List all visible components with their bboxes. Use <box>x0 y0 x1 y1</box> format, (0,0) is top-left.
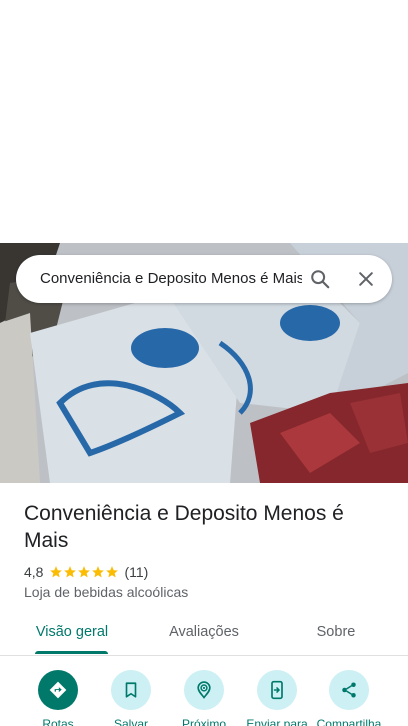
star-icon <box>106 566 119 578</box>
share-label: Compartilha <box>316 717 382 726</box>
active-tab-indicator <box>35 651 108 654</box>
star-icon <box>78 566 91 578</box>
save-label: Salvar <box>113 717 148 726</box>
send-to-phone-button[interactable]: Enviar para <box>240 670 314 726</box>
share-button[interactable]: Compartilha <box>312 670 386 726</box>
rating-value: 4,8 <box>24 564 44 580</box>
send-to-phone-circle <box>257 670 297 710</box>
search-input[interactable]: Conveniência e Deposito Menos é Mais <box>40 255 302 303</box>
nearby-circle <box>184 670 224 710</box>
search-button[interactable] <box>300 259 340 299</box>
share-circle <box>329 670 369 710</box>
star-icon <box>64 566 77 578</box>
search-icon <box>311 270 330 289</box>
star-icon <box>50 566 63 578</box>
rating-stars <box>49 565 119 579</box>
directions-circle <box>38 670 78 710</box>
action-bar: Rotas Salvar Próximo Enviar para Compart… <box>0 660 408 726</box>
bookmark-icon <box>125 682 137 698</box>
directions-label: Rotas <box>42 717 74 726</box>
tab-about[interactable]: Sobre <box>290 610 382 655</box>
send-to-phone-icon <box>271 680 283 700</box>
tab-reviews[interactable]: Avaliações <box>154 610 254 655</box>
directions-button[interactable]: Rotas <box>21 670 95 726</box>
star-icon <box>92 566 105 578</box>
clear-search-button[interactable] <box>346 259 386 299</box>
place-category: Loja de bebidas alcoólicas <box>24 584 189 600</box>
close-icon <box>359 272 373 286</box>
send-to-phone-label: Enviar para <box>246 717 308 726</box>
place-tabs: Visão geral Avaliações Sobre <box>0 610 408 656</box>
save-circle <box>111 670 151 710</box>
nearby-icon <box>197 681 211 699</box>
search-bar[interactable]: Conveniência e Deposito Menos é Mais <box>16 255 392 303</box>
directions-icon <box>49 681 67 699</box>
rating-row[interactable]: 4,8 (11) <box>24 563 148 581</box>
review-count: (11) <box>124 564 149 580</box>
map-area[interactable] <box>0 0 408 243</box>
nearby-label: Próximo <box>181 717 226 726</box>
share-icon <box>342 682 356 698</box>
tab-overview[interactable]: Visão geral <box>22 610 122 655</box>
nearby-button[interactable]: Próximo <box>167 670 241 726</box>
save-button[interactable]: Salvar <box>94 670 168 726</box>
place-title: Conveniência e Deposito Menos é Mais <box>24 502 344 552</box>
